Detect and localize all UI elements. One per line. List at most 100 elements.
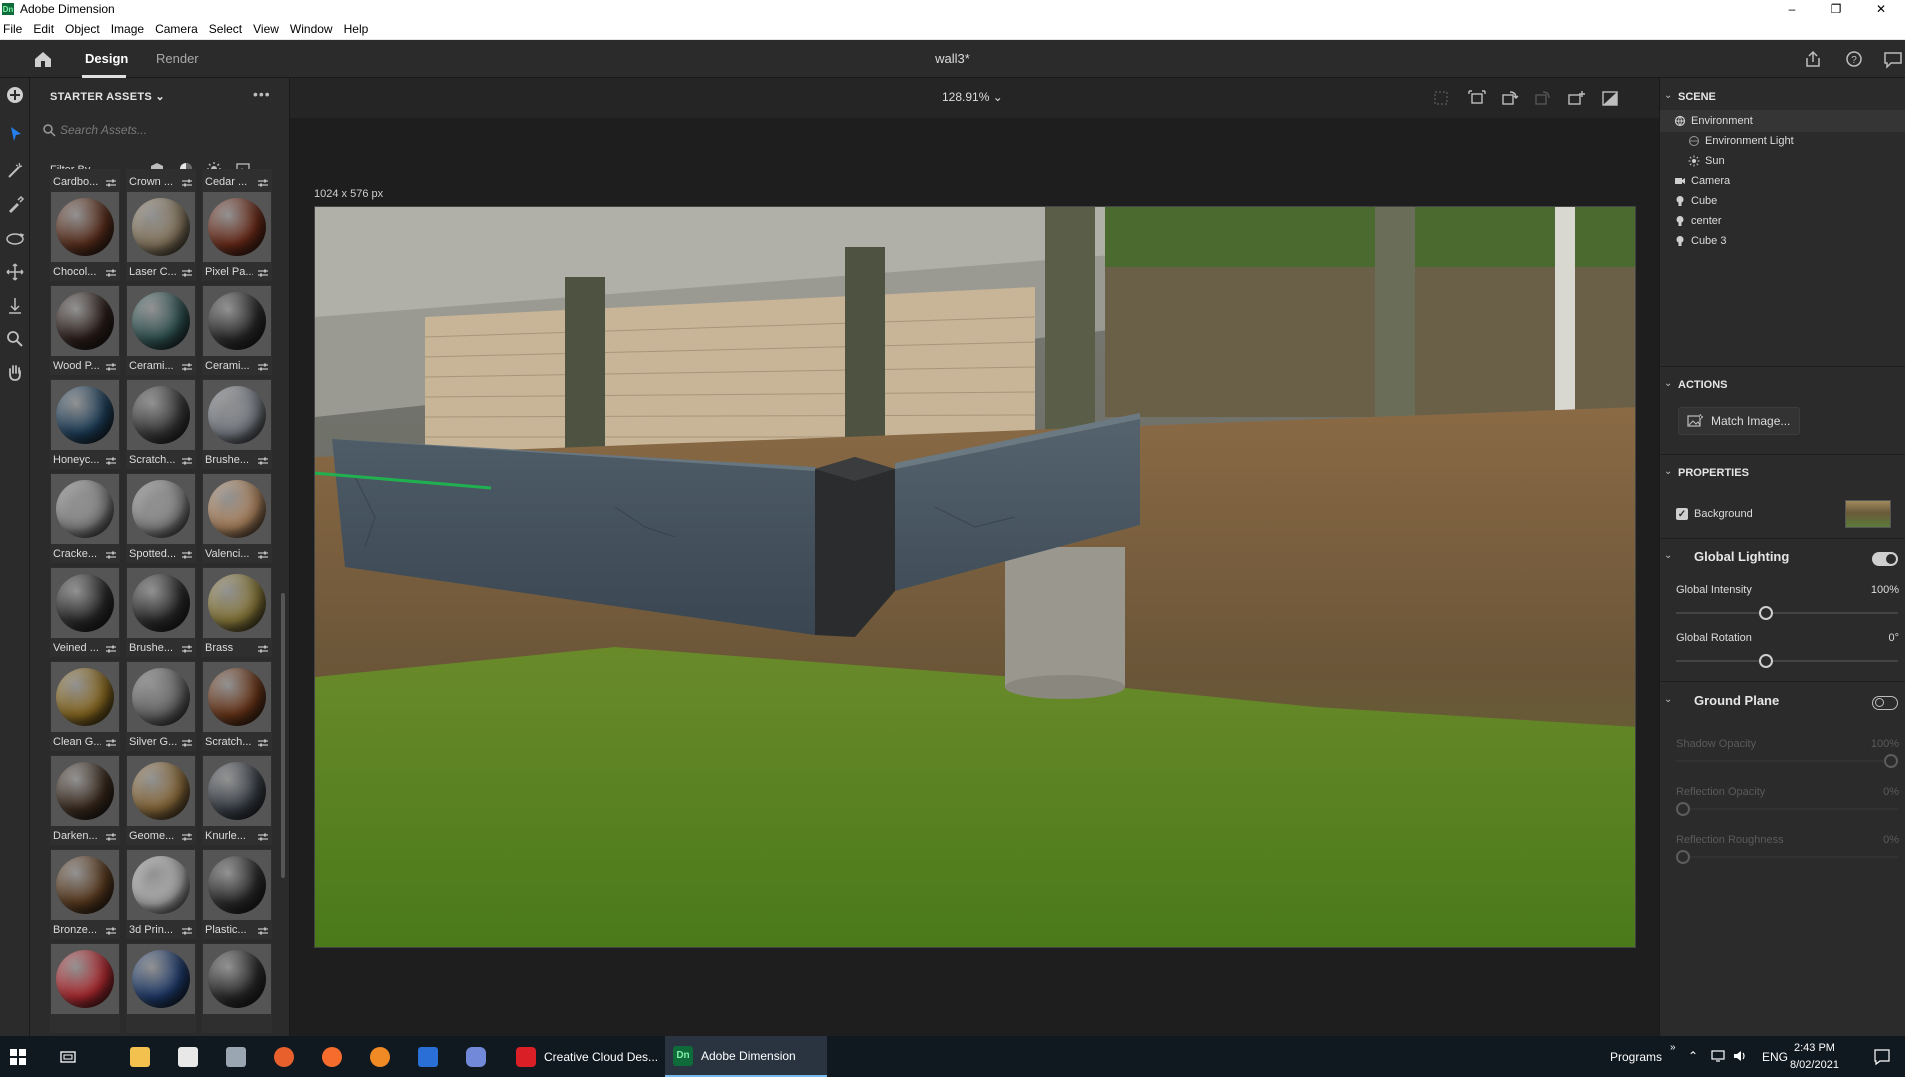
sampler-icon[interactable]	[4, 194, 26, 216]
scene-section-title[interactable]: SCENE	[1678, 91, 1716, 103]
adjust-icon[interactable]	[181, 832, 193, 842]
scene-item[interactable]: Cube 3	[1660, 230, 1905, 252]
scene-item[interactable]: Environment Light	[1660, 130, 1905, 152]
asset-tile[interactable]: Bronze...	[50, 849, 120, 939]
asset-tile[interactable]: Cedar ...	[202, 169, 272, 191]
adjust-icon[interactable]	[105, 362, 117, 372]
scene-canvas[interactable]	[314, 206, 1636, 948]
b-app-icon[interactable]	[410, 1036, 446, 1077]
zoom-icon[interactable]	[4, 328, 26, 350]
blender-icon[interactable]	[362, 1036, 398, 1077]
asset-tile[interactable]: Cerami...	[202, 285, 272, 375]
asset-tile[interactable]: 3d Prin...	[126, 849, 196, 939]
close-icon[interactable]: ✕	[1859, 0, 1903, 18]
adjust-icon[interactable]	[105, 644, 117, 654]
global-intensity-slider[interactable]	[1676, 606, 1898, 620]
assets-scrollbar[interactable]	[281, 593, 285, 878]
tab-design[interactable]: Design	[85, 51, 128, 66]
windows-start-icon[interactable]	[0, 1036, 36, 1077]
orbit-view-icon[interactable]	[1531, 88, 1553, 108]
scene-item[interactable]: Camera	[1660, 170, 1905, 192]
properties-section-title[interactable]: PROPERTIES	[1678, 467, 1749, 479]
asset-tile[interactable]: Chocol...	[50, 191, 120, 281]
select-icon[interactable]	[4, 123, 26, 145]
camera-bookmark-icon[interactable]	[1565, 88, 1587, 108]
asset-tile[interactable]: Scratch...	[126, 379, 196, 469]
frame-icon[interactable]	[1430, 88, 1452, 108]
share-icon[interactable]	[1802, 49, 1824, 69]
scene-item[interactable]: center	[1660, 210, 1905, 232]
scene-item[interactable]: Sun	[1660, 150, 1905, 172]
menu-view[interactable]: View	[250, 22, 285, 36]
asset-tile[interactable]: Laser C...	[126, 191, 196, 281]
adjust-icon[interactable]	[105, 738, 117, 748]
asset-tile[interactable]: Darken...	[50, 755, 120, 845]
adjust-icon[interactable]	[257, 738, 269, 748]
global-lighting-title[interactable]: Global Lighting	[1694, 549, 1789, 564]
minimize-icon[interactable]: –	[1770, 0, 1814, 18]
chevron-down-icon[interactable]: ⌄	[1664, 550, 1672, 561]
rotate-icon[interactable]	[1498, 88, 1520, 108]
help-icon[interactable]: ?	[1843, 49, 1865, 69]
feedback-icon[interactable]	[1882, 49, 1904, 69]
discord-icon[interactable]	[458, 1036, 494, 1077]
adjust-icon[interactable]	[105, 832, 117, 842]
adjust-icon[interactable]	[181, 268, 193, 278]
mail-icon[interactable]	[218, 1036, 254, 1077]
origin-icon[interactable]	[314, 1036, 350, 1077]
asset-tile[interactable]: Geome...	[126, 755, 196, 845]
restore-icon[interactable]: ❐	[1814, 0, 1858, 18]
more-options-icon[interactable]: •••	[253, 86, 271, 102]
firefox-icon[interactable]	[266, 1036, 302, 1077]
asset-tile[interactable]: Cardbo...	[50, 169, 120, 191]
render-preview-icon[interactable]	[1599, 88, 1621, 108]
global-rotation-slider[interactable]	[1676, 654, 1898, 668]
menu-file[interactable]: File	[0, 22, 28, 36]
home-icon[interactable]	[32, 49, 54, 69]
asset-tile[interactable]: Brushe...	[126, 567, 196, 657]
global-lighting-toggle[interactable]	[1872, 552, 1898, 566]
asset-tile[interactable]: Scratch...	[202, 661, 272, 751]
taskbar-app-creative-cloud[interactable]: Creative Cloud Des...	[508, 1036, 663, 1077]
asset-tile[interactable]: Valenci...	[202, 473, 272, 563]
search-field[interactable]	[42, 120, 270, 140]
notifications-icon[interactable]	[1873, 1048, 1891, 1066]
background-thumbnail[interactable]	[1845, 500, 1891, 528]
asset-tile[interactable]: Brushe...	[202, 379, 272, 469]
adjust-icon[interactable]	[105, 926, 117, 936]
asset-tile[interactable]: Silver G...	[126, 661, 196, 751]
dolly-icon[interactable]	[4, 295, 26, 317]
menu-select[interactable]: Select	[206, 22, 248, 36]
store-icon[interactable]	[170, 1036, 206, 1077]
asset-tile[interactable]: Brass	[202, 567, 272, 657]
magic-wand-icon[interactable]	[4, 160, 26, 182]
match-image-button[interactable]: Match Image...	[1678, 407, 1800, 435]
fit-selection-icon[interactable]	[1466, 88, 1488, 108]
asset-tile[interactable]: Knurle...	[202, 755, 272, 845]
adjust-icon[interactable]	[181, 550, 193, 560]
menu-object[interactable]: Object	[62, 22, 106, 36]
scene-item[interactable]: Environment	[1660, 110, 1905, 132]
orbit-icon[interactable]	[4, 228, 26, 250]
menu-image[interactable]: Image	[108, 22, 150, 36]
adjust-icon[interactable]	[257, 268, 269, 278]
file-explorer-icon[interactable]	[122, 1036, 158, 1077]
menu-camera[interactable]: Camera	[152, 22, 204, 36]
adjust-icon[interactable]	[181, 926, 193, 936]
chevron-down-icon[interactable]: ⌄	[1664, 694, 1672, 705]
asset-tile[interactable]: Crown ...	[126, 169, 196, 191]
adjust-icon[interactable]	[257, 644, 269, 654]
pan-icon[interactable]	[4, 261, 26, 283]
asset-tile[interactable]: Spotted...	[126, 473, 196, 563]
system-clock[interactable]: 2:43 PM 8/02/2021	[1790, 1040, 1839, 1074]
adjust-icon[interactable]	[257, 456, 269, 466]
chevron-down-icon[interactable]: ⌄	[1664, 378, 1672, 389]
asset-tile[interactable]: Cracke...	[50, 473, 120, 563]
asset-tile[interactable]: Pixel Pa...	[202, 191, 272, 281]
volume-icon[interactable]	[1732, 1048, 1748, 1064]
programs-toolbar[interactable]: Programs	[1610, 1050, 1662, 1064]
asset-tile[interactable]: Veined ...	[50, 567, 120, 657]
menu-window[interactable]: Window	[287, 22, 339, 36]
tab-render[interactable]: Render	[156, 51, 199, 66]
adjust-icon[interactable]	[105, 550, 117, 560]
